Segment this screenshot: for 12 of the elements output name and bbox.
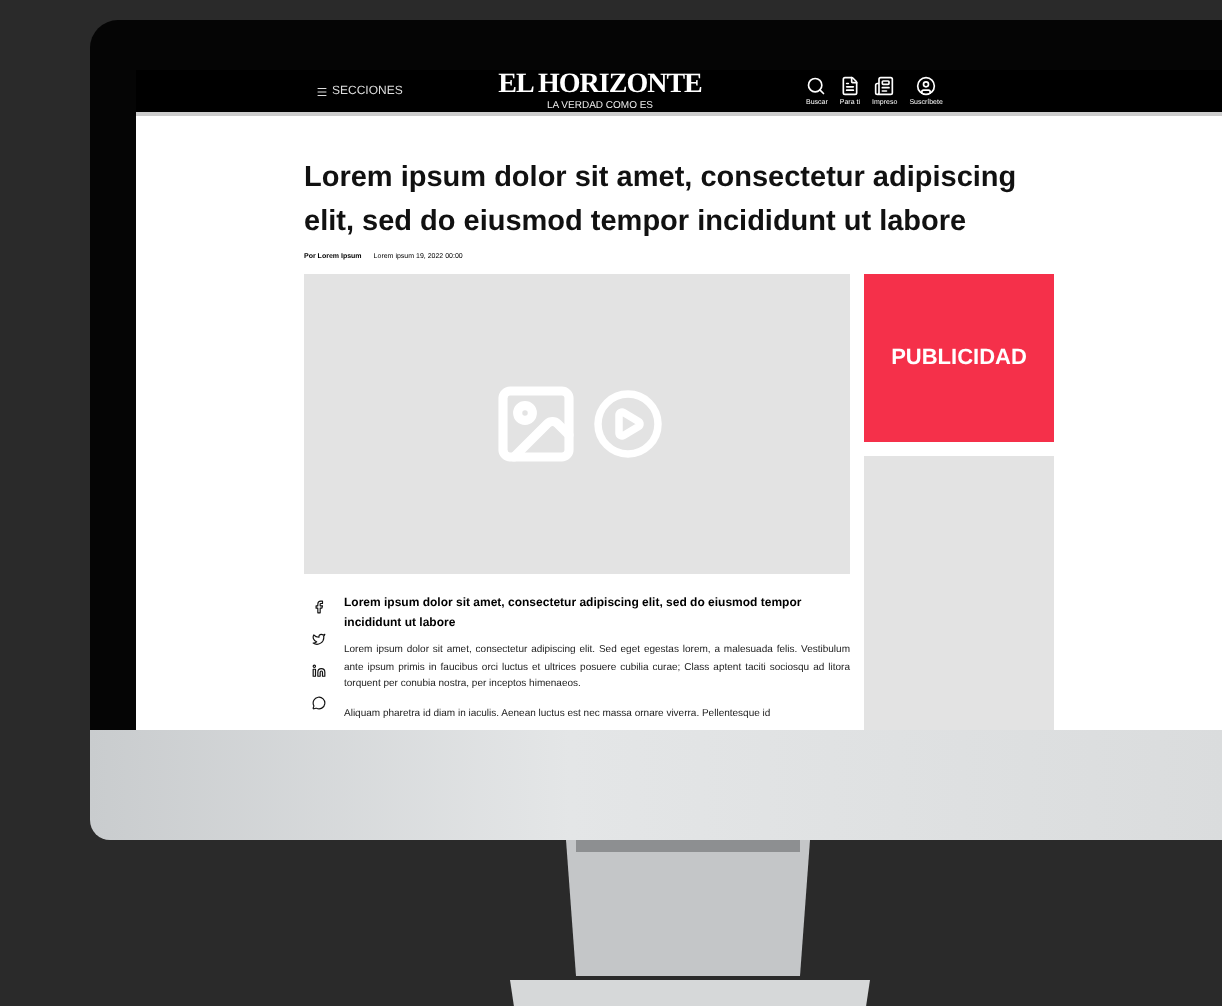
menu-icon <box>316 85 328 97</box>
linkedin-icon[interactable] <box>312 664 326 678</box>
site-logo[interactable]: EL HORIZONTE <box>498 70 702 100</box>
document-icon <box>839 76 860 96</box>
facebook-icon[interactable] <box>312 600 326 614</box>
article-headline: Lorem ipsum dolor sit amet, consectetur adipiscing elit, sed do eiusmod tempor incididunt ut labore <box>304 160 1019 242</box>
newspaper-icon <box>874 76 895 96</box>
user-icon <box>916 76 937 96</box>
ad-banner[interactable]: PUBLICIDAD <box>864 274 1054 442</box>
chat-icon[interactable] <box>312 696 326 710</box>
twitter-icon[interactable] <box>312 632 326 646</box>
search-icon <box>806 76 827 96</box>
